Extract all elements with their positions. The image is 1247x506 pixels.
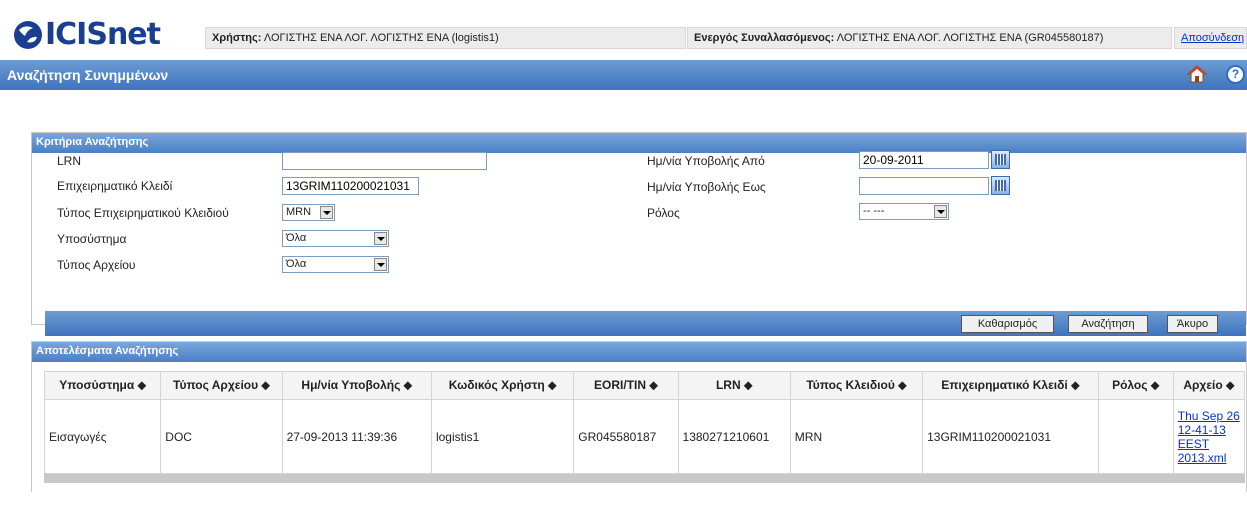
dropdown-arrow-icon [374,232,387,245]
cancel-button[interactable]: Άκυρο [1167,315,1218,333]
column-header-role[interactable]: Ρόλος ⬥ [1097,371,1174,400]
globe-logo-icon [14,21,42,49]
subsystem-label: Υποσύστημα [57,232,127,246]
search-actions-bar: Καθαρισμός Αναζήτηση Άκυρο [45,311,1246,336]
subsystem-select[interactable]: Όλα [282,230,389,247]
file-link-line: 12-41-13 [1177,422,1226,437]
cell-key-type: MRN [789,399,924,474]
results-table: Υποσύστημα ⬥ Τύπος Αρχείου ⬥ Ημ/νία Υποβ… [43,371,1246,474]
lrn-label: LRN [57,154,82,168]
file-link-line: 2013.xml [1177,450,1227,465]
file-link-line: Thu Sep 26 [1177,408,1240,423]
business-key-input[interactable] [282,177,419,195]
key-type-label: Τύπος Επιχειρηματικού Κλειδιού [57,206,229,220]
business-key-label: Επιχειρηματικό Κλειδί [57,179,173,193]
calendar-icon[interactable] [991,150,1010,169]
active-partner-box: Ενεργός Συναλλασόμενος: ΛΟΓΙΣΤΗΣ ΕΝΑ ΛΟΓ… [687,27,1172,49]
top-header: ICISnet Χρήστης: ΛΟΓΙΣΤΗΣ ΕΝΑ ΛΟΓ. ΛΟΓΙΣ… [0,0,1247,52]
column-header-business-key[interactable]: Επιχειρηματικό Κλειδί ⬥ [922,371,1099,400]
role-value: -- --- [863,205,885,217]
clear-button[interactable]: Καθαρισμός [961,315,1054,333]
file-type-value: Όλα [286,258,307,270]
home-icon[interactable] [1187,64,1207,84]
dropdown-arrow-icon [934,205,947,218]
help-icon[interactable]: ? [1226,65,1245,84]
table-row: Εισαγωγές DOC 27-09-2013 11:39:36 logist… [43,399,1246,474]
column-header-lrn[interactable]: LRN ⬥ [677,371,791,400]
date-to-input[interactable] [859,177,989,195]
cell-eori: GR045580187 [573,399,679,474]
column-header-file[interactable]: Αρχείο ⬥ [1172,371,1246,400]
calendar-icon[interactable] [991,176,1010,195]
key-type-value: MRN [286,206,312,218]
user-value: ΛΟΓΙΣΤΗΣ ΕΝΑ ΛΟΓ. ΛΟΓΙΣΤΗΣ ΕΝΑ (logistis… [261,32,499,44]
partner-value: ΛΟΓΙΣΤΗΣ ΕΝΑ ΛΟΓ. ΛΟΓΙΣΤΗΣ ΕΝΑ (GR045580… [834,32,1104,44]
cell-business-key: 13GRIM110200021031 [922,399,1099,474]
subsystem-value: Όλα [286,232,307,244]
cell-file: Thu Sep 26 12-41-13 EEST 2013.xml [1172,399,1246,474]
cell-date: 27-09-2013 11:39:36 [281,399,432,474]
role-select[interactable]: -- --- [859,203,949,220]
search-criteria-panel: Κριτήρια Αναζήτησης LRN Επιχειρηματικό Κ… [31,132,1247,336]
cell-lrn: 1380271210601 [677,399,791,474]
key-type-select[interactable]: MRN [282,204,335,221]
partner-label: Ενεργός Συναλλασόμενος: [694,32,835,44]
column-header-key-type[interactable]: Τύπος Κλειδιού ⬥ [789,371,924,400]
search-results-title: Αποτελέσματα Αναζήτησης [32,342,1246,362]
file-download-link[interactable]: Thu Sep 26 12-41-13 EEST 2013.xml [1178,409,1240,465]
column-header-eori[interactable]: EORI/TIN ⬥ [573,371,679,400]
logout-link[interactable]: Αποσύνδεση [1174,27,1247,49]
cell-file-type: DOC [160,399,283,474]
column-header-file-type[interactable]: Τύπος Αρχείου ⬥ [160,371,283,400]
page-title-bar: Αναζήτηση Συνημμένων [0,60,1247,90]
lrn-input[interactable] [282,152,487,170]
dropdown-arrow-icon [374,258,387,271]
date-from-input[interactable] [859,151,989,169]
cell-subsystem: Εισαγωγές [43,399,162,474]
logo-text: ICISnet [45,17,161,52]
role-label: Ρόλος [647,206,680,220]
search-button[interactable]: Αναζήτηση [1068,315,1148,333]
page-title: Αναζήτηση Συνημμένων [7,67,169,83]
column-header-date[interactable]: Ημ/νία Υποβολής ⬥ [281,371,432,400]
app-logo: ICISnet [13,17,161,52]
horizontal-scrollbar[interactable] [44,474,1245,483]
column-header-user-code[interactable]: Κωδικός Χρήστη ⬥ [430,371,575,400]
file-type-label: Τύπος Αρχείου [57,258,136,272]
date-to-label: Ημ/νία Υποβολής Εως [647,180,766,194]
current-user-box: Χρήστης: ΛΟΓΙΣΤΗΣ ΕΝΑ ΛΟΓ. ΛΟΓΙΣΤΗΣ ΕΝΑ … [205,27,686,49]
search-criteria-title: Κριτήρια Αναζήτησης [32,133,1246,153]
cell-user-code: logistis1 [430,399,575,474]
user-label: Χρήστης: [212,32,262,44]
results-header-row: Υποσύστημα ⬥ Τύπος Αρχείου ⬥ Ημ/νία Υποβ… [43,371,1246,400]
file-link-line: EEST [1177,436,1210,451]
dropdown-arrow-icon [320,206,333,219]
cell-role [1097,399,1174,474]
column-header-subsystem[interactable]: Υποσύστημα ⬥ [43,371,162,400]
file-type-select[interactable]: Όλα [282,256,389,273]
date-from-label: Ημ/νία Υποβολής Από [647,154,765,168]
